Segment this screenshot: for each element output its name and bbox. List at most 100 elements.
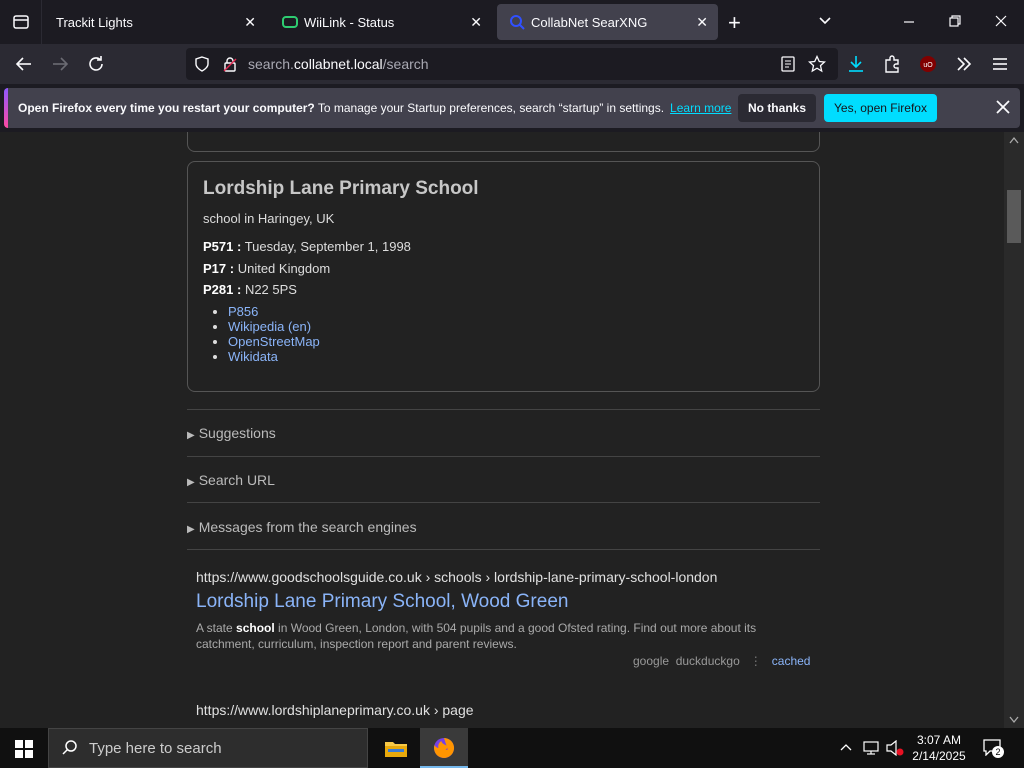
ublock-origin-icon[interactable]: uO xyxy=(918,54,938,74)
scroll-down-arrow-icon[interactable] xyxy=(1009,716,1019,724)
close-tab-icon[interactable]: ✕ xyxy=(470,14,482,31)
show-hidden-icons-chevron-icon[interactable] xyxy=(840,742,852,754)
clock-time: 3:07 AM xyxy=(916,733,962,747)
searxng-favicon-icon xyxy=(510,15,525,30)
insecure-lock-icon[interactable] xyxy=(222,56,238,72)
file-explorer-folder-icon xyxy=(385,742,407,757)
snippet-text: in Wood Green, London, with 504 pupils a… xyxy=(196,621,757,651)
reload-icon[interactable] xyxy=(86,54,106,74)
scroll-up-arrow-icon[interactable] xyxy=(1009,136,1019,144)
system-clock[interactable]: 3:07 AM 2/14/2025 xyxy=(904,732,974,764)
tab-title: CollabNet SearXNG xyxy=(531,14,648,30)
firefox-logo-icon xyxy=(434,737,455,758)
separator-dots-icon: ⋮ xyxy=(749,654,762,668)
file-explorer-taskbar-button[interactable] xyxy=(372,728,420,768)
url-prefix: search. xyxy=(248,56,294,72)
volume-muted-icon[interactable] xyxy=(886,740,904,756)
infobox-link[interactable]: OpenStreetMap xyxy=(228,334,320,349)
infobox-link-item: P856 xyxy=(228,304,320,319)
windows-taskbar: Type here to search 3:07 AM 2/14/2025 2 xyxy=(0,728,1024,768)
engine-messages-toggle[interactable]: ▶ Messages from the search engines xyxy=(187,519,417,535)
no-thanks-button[interactable]: No thanks xyxy=(738,94,816,122)
restore-icon[interactable] xyxy=(948,12,962,32)
bookmark-star-icon[interactable] xyxy=(808,55,826,73)
hamburger-menu-icon[interactable] xyxy=(990,54,1010,74)
close-tab-icon[interactable]: ✕ xyxy=(696,14,708,31)
close-tab-icon[interactable]: ✕ xyxy=(244,14,256,31)
vertical-scrollbar[interactable] xyxy=(1004,132,1024,728)
tab-collabnet-searxng[interactable]: CollabNet SearXNG ✕ xyxy=(497,4,718,40)
notification-bold-text: Open Firefox every time you restart your… xyxy=(18,101,315,115)
infobox-link-item: OpenStreetMap xyxy=(228,334,320,349)
result-url-crumbs: › schools › lordship-lane-primary-school… xyxy=(421,569,718,585)
engine-list: google duckduckgo xyxy=(633,654,740,668)
network-icon[interactable] xyxy=(862,740,880,756)
taskbar-search-placeholder: Type here to search xyxy=(89,739,222,757)
result-title-link[interactable]: Lordship Lane Primary School, Wood Green xyxy=(196,591,568,613)
svg-text:uO: uO xyxy=(923,62,933,69)
firefox-taskbar-button[interactable] xyxy=(420,728,468,768)
suggestions-toggle[interactable]: ▶ Suggestions xyxy=(187,425,276,441)
page-content: Lordship Lane Primary School school in H… xyxy=(0,132,1024,728)
list-all-tabs-chevron-icon[interactable] xyxy=(816,12,834,30)
navigation-toolbar: search.collabnet.local/search uO xyxy=(0,44,1024,84)
cached-link[interactable]: cached xyxy=(772,654,811,668)
infobox: Lordship Lane Primary School school in H… xyxy=(187,161,820,392)
notification-message: Open Firefox every time you restart your… xyxy=(18,101,731,115)
infobox-link[interactable]: Wikipedia (en) xyxy=(228,319,311,334)
infobox-link[interactable]: P856 xyxy=(228,304,258,319)
result-url-host: https://www.lordshiplaneprimary.co.uk xyxy=(196,702,430,718)
tab-bar: Trackit Lights ✕ WiiLink - Status ✕ Coll… xyxy=(0,0,1024,44)
notification-count-badge: 2 xyxy=(992,746,1004,758)
forward-arrow-icon[interactable] xyxy=(50,54,70,74)
yes-open-firefox-button[interactable]: Yes, open Firefox xyxy=(824,94,937,122)
tracking-protection-shield-icon[interactable] xyxy=(194,56,210,72)
result-url[interactable]: https://www.lordshiplaneprimary.co.uk › … xyxy=(196,702,474,718)
notification-accent xyxy=(4,88,8,128)
new-tab-icon[interactable]: + xyxy=(728,10,741,36)
search-magnifier-icon xyxy=(62,740,77,755)
search-url-toggle[interactable]: ▶ Search URL xyxy=(187,472,275,488)
reader-view-icon[interactable] xyxy=(780,55,796,73)
tab-title: WiiLink - Status xyxy=(304,14,395,30)
infobox-link-item: Wikidata xyxy=(228,349,320,364)
expand-triangle-icon: ▶ xyxy=(187,430,195,441)
back-arrow-icon[interactable] xyxy=(14,54,34,74)
property-value: United Kingdom xyxy=(237,261,331,276)
close-notification-icon[interactable] xyxy=(992,96,1014,118)
taskbar-search-box[interactable]: Type here to search xyxy=(48,728,368,768)
windows-start-icon[interactable] xyxy=(15,740,33,758)
minimize-icon[interactable] xyxy=(902,12,916,32)
tab-wiilink-status[interactable]: WiiLink - Status ✕ xyxy=(270,4,492,40)
downloads-icon[interactable] xyxy=(846,54,866,74)
divider xyxy=(187,502,820,503)
infobox-property: P17 : United Kingdom xyxy=(203,261,330,276)
address-bar[interactable]: search.collabnet.local/search xyxy=(186,48,838,80)
result-engines: google duckduckgo ⋮ cached xyxy=(633,654,810,668)
property-value: N22 5PS xyxy=(244,282,297,297)
tab-trackit-lights[interactable]: Trackit Lights ✕ xyxy=(44,4,266,40)
property-key: P17 : xyxy=(203,261,235,276)
close-window-icon[interactable] xyxy=(994,12,1008,32)
infobox-property: P571 : Tuesday, September 1, 1998 xyxy=(203,239,411,254)
startup-notification-bar: Open Firefox every time you restart your… xyxy=(4,88,1020,128)
infobox-title: Lordship Lane Primary School xyxy=(203,178,479,199)
tab-list-icon xyxy=(12,15,29,29)
learn-more-link[interactable]: Learn more xyxy=(670,101,731,115)
infobox-link[interactable]: Wikidata xyxy=(228,349,278,364)
action-center-button[interactable]: 2 xyxy=(982,738,1004,758)
extensions-puzzle-icon[interactable] xyxy=(882,54,902,74)
divider xyxy=(187,549,820,550)
result-snippet: A state school in Wood Green, London, wi… xyxy=(196,620,816,652)
scrollbar-thumb[interactable] xyxy=(1007,190,1021,243)
result-url[interactable]: https://www.goodschoolsguide.co.uk › sch… xyxy=(196,569,717,585)
details-label: Messages from the search engines xyxy=(198,519,417,535)
infobox-link-item: Wikipedia (en) xyxy=(228,319,320,334)
details-label: Suggestions xyxy=(198,425,276,441)
snippet-text: A state xyxy=(196,621,237,635)
more-tools-chevrons-icon[interactable] xyxy=(954,54,974,74)
tab-list-button[interactable] xyxy=(0,0,42,44)
infobox-description: school in Haringey, UK xyxy=(203,211,335,226)
url-text: search.collabnet.local/search xyxy=(248,56,429,72)
notification-body-text: To manage your Startup preferences, sear… xyxy=(314,101,665,115)
